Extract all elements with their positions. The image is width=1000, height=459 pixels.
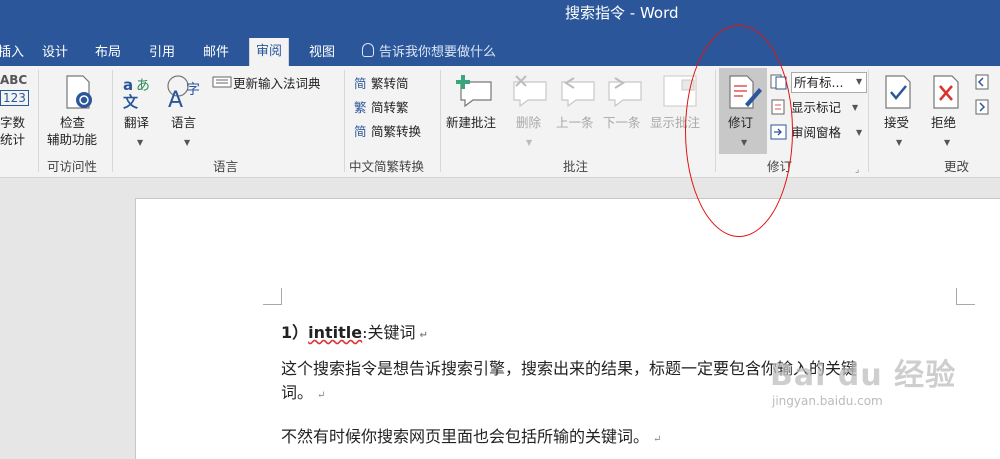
tab-mailings[interactable]: 邮件 bbox=[197, 40, 235, 66]
reject-label: 拒绝 bbox=[931, 115, 957, 130]
svg-text:a: a bbox=[123, 76, 133, 94]
group-label-changes: 更改 bbox=[944, 159, 970, 174]
group-label-language: 语言 bbox=[213, 159, 239, 174]
ribbon-tabs: 插入 设计 布局 引用 邮件 审阅 视图 告诉我你想要做什么 bbox=[0, 36, 1000, 66]
watermark-url: jingyan.baidu.com bbox=[772, 394, 883, 408]
previous-comment-label: 上一条 bbox=[556, 115, 594, 130]
trad-simp-icon: 简 bbox=[354, 76, 367, 91]
lightbulb-icon bbox=[362, 43, 374, 57]
chevron-down-icon: ▼ bbox=[137, 138, 144, 147]
chevron-down-icon: ▼ bbox=[944, 138, 951, 147]
baidu-jingyan-watermark: Bai du 经验 jingyan.baidu.com bbox=[770, 350, 956, 408]
svg-text:文: 文 bbox=[123, 93, 139, 110]
simp-to-trad-label: 简转繁 bbox=[371, 100, 409, 115]
tab-layout[interactable]: 布局 bbox=[89, 40, 127, 66]
delete-comment-label: 删除 bbox=[516, 115, 542, 130]
annotation-circle bbox=[685, 25, 793, 237]
svg-text:あ: あ bbox=[136, 78, 150, 94]
reject-icon bbox=[933, 75, 959, 109]
ribbon: ABC 123 字数 统计 检查 辅助功能 可访问性 a あ 文 翻译 ▼ A … bbox=[0, 66, 1000, 178]
all-markup-label: 所有标... bbox=[794, 75, 844, 90]
chevron-down-icon: ▼ bbox=[856, 77, 863, 86]
dialog-launcher-icon[interactable]: ⌟ bbox=[855, 165, 859, 175]
heading-line: 1）intitle:关键词 ↵ bbox=[281, 319, 428, 343]
svg-text:A: A bbox=[168, 88, 183, 110]
crop-mark bbox=[956, 288, 975, 305]
paragraph-2: 不然有时候你搜索网页里面也会包括所输的关键词。 ↵ bbox=[281, 423, 661, 447]
simp-trad-icon: 繁 bbox=[354, 100, 367, 115]
group-separator bbox=[868, 70, 869, 172]
reviewing-pane-label: 审阅窗格 bbox=[791, 125, 842, 140]
keyboard-icon bbox=[212, 76, 232, 88]
abc-icon-text: ABC bbox=[0, 73, 28, 87]
delete-comment-icon bbox=[513, 75, 547, 108]
group-separator bbox=[440, 70, 441, 172]
chevron-down-icon: ▼ bbox=[184, 138, 191, 147]
tab-view[interactable]: 视图 bbox=[303, 40, 341, 66]
accept-icon bbox=[885, 75, 911, 109]
tab-insert[interactable]: 插入 bbox=[0, 40, 30, 66]
heading-number: 1） bbox=[281, 323, 309, 342]
new-comment-label: 新建批注 bbox=[446, 115, 497, 130]
next-change-icon bbox=[975, 99, 989, 115]
next-comment-icon bbox=[608, 77, 642, 108]
translate-label: 翻译 bbox=[124, 115, 150, 130]
accessibility-label-1: 检查 bbox=[60, 115, 86, 130]
next-comment-label: 下一条 bbox=[603, 115, 641, 130]
title-bar: 搜索指令 - Word bbox=[0, 0, 1000, 36]
heading-text: :关键词 bbox=[362, 323, 416, 342]
group-label-comments: 批注 bbox=[563, 159, 589, 174]
group-label-accessibility: 可访问性 bbox=[47, 159, 98, 174]
chevron-down-icon: ▼ bbox=[896, 138, 903, 147]
tab-review[interactable]: 审阅 bbox=[249, 38, 290, 66]
paragraph-2-text: 不然有时候你搜索网页里面也会包括所输的关键词。 bbox=[281, 427, 650, 446]
accessibility-icon bbox=[66, 75, 92, 109]
previous-change-icon bbox=[975, 74, 989, 90]
accept-label: 接受 bbox=[884, 115, 910, 130]
chevron-down-icon: ▼ bbox=[852, 103, 859, 112]
chevron-down-icon: ▼ bbox=[856, 128, 863, 137]
chinese-convert-label: 简繁转换 bbox=[371, 124, 422, 139]
watermark-text: Bai du 经验 bbox=[770, 358, 957, 393]
heading-command: intitle bbox=[308, 323, 363, 342]
trad-to-simp-label: 繁转简 bbox=[371, 76, 409, 91]
svg-text:字: 字 bbox=[186, 82, 200, 98]
tab-references[interactable]: 引用 bbox=[143, 40, 181, 66]
convert-icon: 简 bbox=[354, 124, 367, 139]
language-label: 语言 bbox=[171, 115, 197, 130]
language-icon: A 字 bbox=[167, 75, 200, 110]
paragraph-mark: ↵ bbox=[419, 330, 428, 341]
accessibility-label-2: 辅助功能 bbox=[47, 132, 98, 147]
word-count-label-2: 统计 bbox=[0, 132, 26, 147]
group-separator bbox=[112, 70, 113, 172]
count-icon-text: 123 bbox=[0, 90, 29, 106]
translate-icon: a あ 文 bbox=[123, 76, 150, 110]
word-count-label-1: 字数 bbox=[0, 115, 26, 130]
group-separator bbox=[38, 70, 39, 172]
tell-me-text: 告诉我你想要做什么 bbox=[379, 45, 497, 60]
group-separator bbox=[344, 70, 345, 172]
tell-me-box[interactable]: 告诉我你想要做什么 bbox=[362, 40, 496, 66]
window-title: 搜索指令 - Word bbox=[565, 4, 679, 22]
chevron-down-icon: ▼ bbox=[526, 138, 533, 147]
show-markup-label: 显示标记 bbox=[791, 100, 842, 115]
update-ime-label: 更新输入法词典 bbox=[233, 76, 321, 91]
document-page[interactable]: 1）intitle:关键词 ↵ 这个搜索指令是想告诉搜索引擎，搜索出来的结果，标题… bbox=[135, 198, 1000, 459]
previous-comment-icon bbox=[561, 77, 595, 108]
paragraph-mark: ↵ bbox=[653, 434, 662, 445]
group-label-chinese: 中文简繁转换 bbox=[349, 159, 425, 174]
tab-design[interactable]: 设计 bbox=[36, 40, 74, 66]
crop-mark bbox=[263, 288, 282, 305]
new-comment-icon bbox=[456, 75, 492, 108]
